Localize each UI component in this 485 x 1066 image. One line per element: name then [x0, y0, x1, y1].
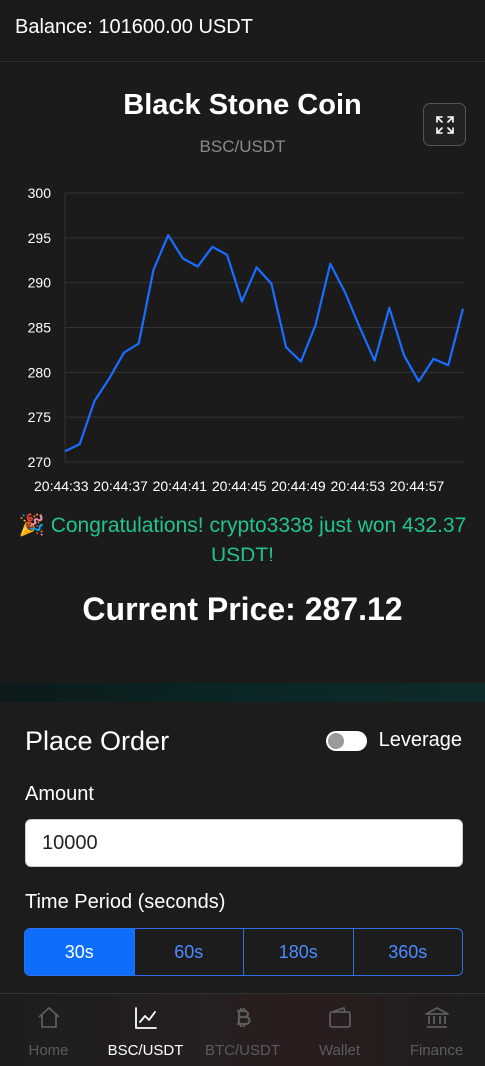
chart-card: Black Stone Coin BSC/USDT 270 275 280 285 29… — [0, 63, 485, 685]
bottom-nav: Home BSC/USDT BTC/USDT Wallet Finance — [0, 993, 485, 1066]
amount-label: Amount — [25, 783, 94, 805]
x-tick-label: 20:44:33 — [34, 478, 89, 494]
nav-item-bsc-usdt[interactable]: BSC/USDT — [97, 994, 194, 1066]
order-panel: Place Order Leverage Amount Time Period … — [0, 702, 485, 994]
y-tick-label: 270 — [28, 454, 52, 470]
top-bar: Balance: 101600.00 USDT — [0, 0, 485, 62]
nav-label-bsc-usdt: BSC/USDT — [107, 1042, 184, 1059]
nav-item-home[interactable]: Home — [0, 994, 97, 1066]
balance-text: Balance: 101600.00 USDT — [15, 16, 253, 38]
bitcoin-icon — [236, 1008, 251, 1027]
y-tick-label: 290 — [28, 275, 52, 291]
period-180s-button[interactable]: 180s — [243, 929, 353, 975]
order-title: Place Order — [25, 726, 170, 756]
leverage-switch[interactable] — [325, 730, 367, 751]
divider — [0, 683, 485, 703]
y-tick-label: 275 — [28, 409, 52, 425]
period-30s-button[interactable]: 30s — [25, 929, 134, 975]
y-tick-label: 285 — [28, 320, 52, 336]
home-icon — [37, 1007, 60, 1028]
fullscreen-button[interactable] — [423, 103, 466, 146]
x-tick-label: 20:44:57 — [390, 478, 445, 494]
announcement-text: Congratulations! crypto3338 just won 432… — [50, 514, 467, 561]
chart-line-icon — [134, 1007, 157, 1029]
party-popper-icon: 🎉 — [18, 514, 51, 537]
y-tick-label: 295 — [28, 230, 52, 246]
y-tick-label: 300 — [28, 185, 52, 201]
current-price: Current Price: 287.12 — [82, 591, 403, 627]
x-tick-label: 20:44:45 — [212, 478, 267, 494]
nav-label-finance: Finance — [409, 1042, 464, 1059]
x-tick-label: 20:44:37 — [93, 478, 148, 494]
leverage-label: Leverage — [378, 729, 462, 751]
nav-label-wallet: Wallet — [318, 1042, 361, 1059]
coin-title: Black Stone Coin — [123, 89, 362, 121]
nav-item-finance[interactable]: Finance — [388, 994, 485, 1066]
nav-label-home: Home — [28, 1042, 69, 1059]
win-announcement: 🎉 Congratulations! crypto3338 just won 4… — [0, 511, 485, 561]
price-chart: 270 275 280 285 290 295 300 20:44:33 20:44:37 20:… — [28, 185, 465, 494]
period-360s-button[interactable]: 360s — [352, 929, 463, 975]
expand-icon — [435, 115, 454, 134]
bank-icon — [424, 1007, 449, 1028]
nav-item-btc-usdt[interactable]: BTC/USDT — [194, 994, 291, 1066]
nav-item-wallet[interactable]: Wallet — [291, 994, 388, 1066]
x-tick-label: 20:44:53 — [331, 478, 386, 494]
period-selector: 30s 60s 180s 360s — [24, 928, 463, 976]
amount-input[interactable] — [25, 819, 463, 867]
x-tick-label: 20:44:49 — [271, 478, 326, 494]
coin-pair: BSC/USDT — [199, 137, 286, 156]
y-tick-label: 280 — [28, 364, 52, 380]
leverage-toggle[interactable]: Leverage — [325, 729, 462, 752]
period-label: Time Period (seconds) — [25, 891, 226, 913]
wallet-icon — [328, 1007, 351, 1028]
period-60s-button[interactable]: 60s — [133, 929, 244, 975]
nav-label-btc-usdt: BTC/USDT — [205, 1042, 280, 1059]
price-series-line — [64, 233, 465, 453]
x-tick-label: 20:44:41 — [153, 478, 208, 494]
